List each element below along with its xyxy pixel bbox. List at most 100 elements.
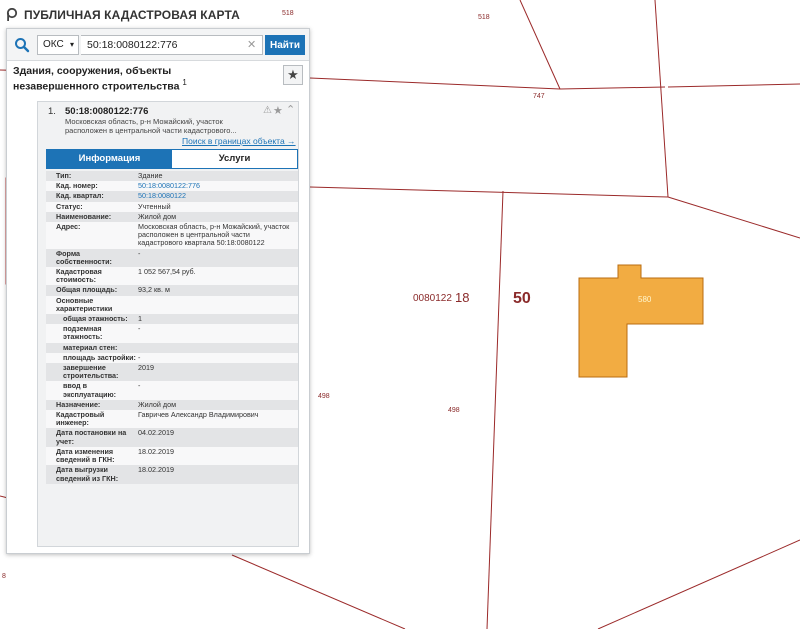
- star-icon: ★: [287, 67, 299, 82]
- attribute-value: -: [138, 352, 141, 362]
- category-count: 1: [182, 78, 187, 87]
- attribute-key: Тип:: [56, 171, 72, 180]
- quarter-number-label: 0080122: [413, 293, 452, 304]
- attribute-key: Статус:: [56, 201, 83, 211]
- attribute-key: Кадастровая стоимость:: [56, 267, 102, 285]
- table-row: Форма собственности: -: [46, 248, 298, 268]
- map-label: 518: [282, 10, 294, 17]
- attribute-key: завершение строительства:: [63, 363, 119, 381]
- attribute-key: Основные характеристики: [56, 295, 113, 313]
- attribute-key: ввод в эксплуатацию:: [63, 381, 117, 399]
- table-row: материал стен:: [46, 342, 298, 353]
- map-label: 498: [448, 407, 460, 414]
- result-address: Московская область, р-н Можайский, участ…: [65, 117, 237, 135]
- parcel-boundary: [667, 196, 800, 239]
- attribute-value: 04.02.2019: [138, 428, 174, 438]
- category-header: Здания, сооружения, объекты незавершенно…: [13, 65, 257, 93]
- parcel-boundary: [486, 190, 504, 629]
- district-50-label: 50: [513, 290, 531, 307]
- table-row: Кад. квартал: 50:18:0080122: [46, 191, 298, 202]
- table-row: площадь застройки: -: [46, 352, 298, 364]
- logo-icon: [6, 8, 18, 21]
- table-row: ввод в эксплуатацию: -: [46, 381, 298, 400]
- attribute-value: Жилой дом: [138, 399, 177, 409]
- attribute-value: Московская область, р-н Можайский, участ…: [138, 222, 290, 248]
- table-row: Кадастровая стоимость: 1 052 567,54 руб.: [46, 267, 298, 286]
- attribute-key: Наименование:: [56, 211, 112, 221]
- attribute-key: площадь застройки:: [63, 352, 136, 362]
- attribute-key: Кад. квартал:: [56, 191, 104, 201]
- attributes-table: Тип: Здание Кад. номер: 50:18:0080122:776 …: [46, 171, 298, 484]
- parcel-boundary: [667, 83, 800, 88]
- search-icon[interactable]: [13, 36, 31, 54]
- attribute-value: [138, 343, 298, 353]
- map-label: 8: [2, 573, 6, 580]
- parcel-boundary: [231, 554, 406, 629]
- warning-icon[interactable]: ⚠: [263, 105, 272, 116]
- table-row: Статус: Учтенный: [46, 201, 298, 212]
- table-row: Дата изменения сведений в ГКН: 18.02.2019: [46, 446, 298, 466]
- table-row: Адрес: Московская область, р-н Можайский,…: [46, 222, 298, 249]
- object-type-label: ОКС: [43, 39, 64, 50]
- parcel-boundary: [597, 539, 800, 629]
- attribute-key: Дата изменения сведений в ГКН:: [56, 446, 115, 465]
- table-row: Общая площадь: 93,2 кв. м: [46, 285, 298, 296]
- result-card: 1. 50:18:0080122:776 Московская область,…: [37, 101, 299, 547]
- app-header: ПУБЛИЧНАЯ КАДАСТРОВАЯ КАРТА: [6, 5, 240, 25]
- table-row: Кад. номер: 50:18:0080122:776: [46, 181, 298, 192]
- attribute-value: 18.02.2019: [138, 465, 174, 475]
- attribute-value[interactable]: 50:18:0080122:776: [138, 181, 298, 191]
- tab-services[interactable]: Услуги: [172, 150, 297, 168]
- attribute-value: 1 052 567,54 руб.: [138, 267, 196, 277]
- attribute-value: 93,2 кв. м: [138, 285, 170, 295]
- table-row: Дата выгрузки сведений из ГКН: 18.02.2019: [46, 465, 298, 484]
- category-title: Здания, сооружения, объекты незавершенно…: [13, 65, 180, 93]
- table-row: Дата постановки на учет: 04.02.2019: [46, 428, 298, 447]
- tab-information[interactable]: Информация: [47, 150, 172, 168]
- attribute-value: [138, 296, 298, 314]
- attribute-key: Кадастровый инженер:: [56, 410, 105, 428]
- attribute-key: Дата выгрузки сведений из ГКН:: [56, 465, 119, 483]
- search-in-bounds-link[interactable]: Поиск в границах объекта →: [182, 136, 296, 146]
- attribute-value: Учтенный: [138, 201, 171, 211]
- attribute-value: -: [138, 248, 141, 258]
- clear-icon[interactable]: ✕: [247, 38, 256, 51]
- table-row: Кадастровый инженер: Гавричев Александр В…: [46, 410, 298, 429]
- search-bar: ОКС ▾ ✕ Найти: [7, 29, 309, 61]
- building-footprint[interactable]: [578, 264, 704, 378]
- parcel-boundary: [519, 0, 561, 90]
- attribute-value: Здание: [138, 171, 163, 180]
- table-row: завершение строительства: 2019: [46, 363, 298, 382]
- attribute-key: Назначение:: [56, 399, 101, 409]
- attribute-key: Форма собственности:: [56, 248, 112, 266]
- attribute-value: 2019: [138, 363, 154, 373]
- map-label: 518: [478, 14, 490, 21]
- attribute-key: материал стен:: [63, 342, 118, 352]
- table-row: Основные характеристики: [46, 295, 298, 315]
- attribute-value[interactable]: 50:18:0080122: [138, 191, 298, 201]
- attribute-key: Адрес:: [56, 222, 81, 232]
- favorite-button[interactable]: ★: [283, 65, 303, 85]
- result-tabs: Информация Услуги: [46, 149, 298, 169]
- object-type-select[interactable]: ОКС ▾: [37, 35, 79, 55]
- parcel-boundary: [559, 86, 666, 90]
- find-button[interactable]: Найти: [265, 35, 305, 55]
- attribute-value: 1: [138, 314, 142, 324]
- attribute-value: 18.02.2019: [138, 446, 174, 456]
- search-input[interactable]: [81, 35, 263, 55]
- attribute-key: Общая площадь:: [56, 285, 118, 295]
- map-label: 498: [318, 393, 330, 400]
- attribute-value: -: [138, 324, 141, 334]
- caret-down-icon: ▾: [69, 40, 74, 49]
- result-cadastral-number[interactable]: 50:18:0080122:776: [65, 106, 148, 117]
- map-label: 747: [533, 93, 545, 100]
- attribute-key: Дата постановки на учет:: [56, 428, 127, 446]
- app-title: ПУБЛИЧНАЯ КАДАСТРОВАЯ КАРТА: [24, 8, 240, 22]
- table-row: Тип: Здание: [46, 171, 298, 182]
- star-icon[interactable]: ★: [273, 104, 283, 117]
- attribute-value: Жилой дом: [138, 211, 177, 221]
- chevron-up-icon[interactable]: ⌃: [286, 103, 295, 116]
- attribute-key: общая этажность:: [63, 314, 128, 324]
- parcel-boundary: [309, 186, 669, 198]
- building-label: 580: [638, 295, 652, 304]
